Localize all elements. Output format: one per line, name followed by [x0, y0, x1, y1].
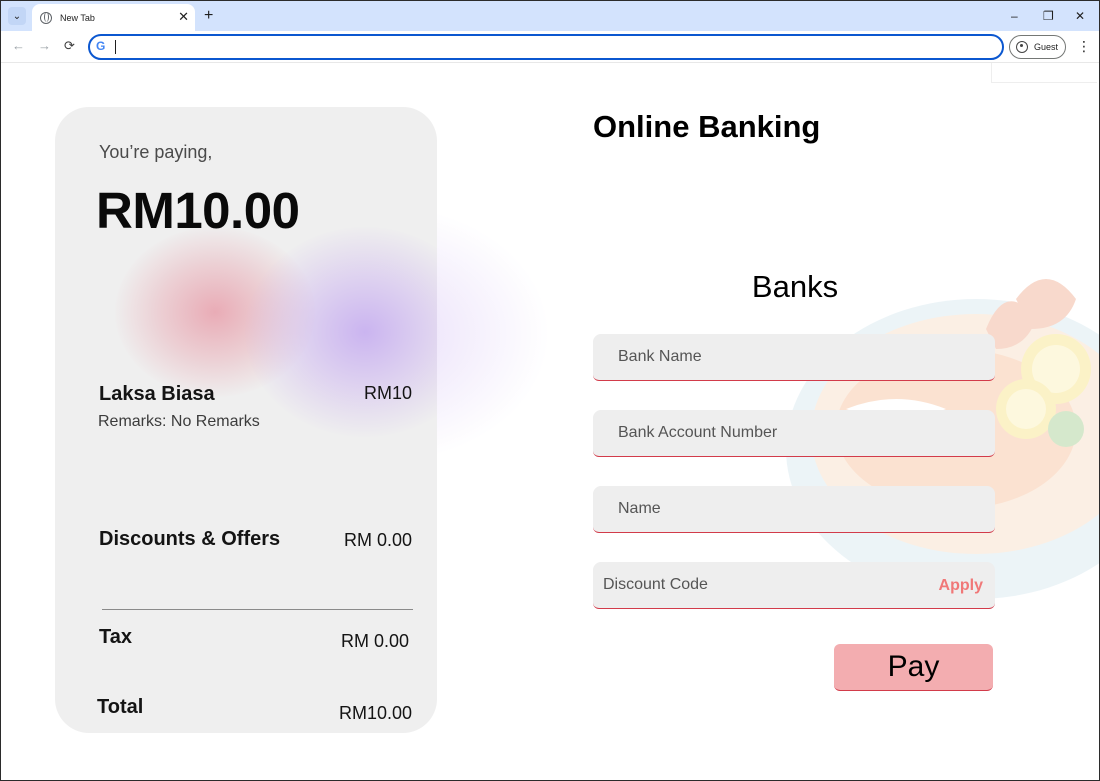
tax-value: RM 0.00 [340, 631, 409, 651]
item-remarks: Remarks: No Remarks [98, 413, 260, 430]
bank-account-number-input[interactable] [593, 410, 995, 456]
bank-name-input[interactable] [593, 334, 995, 380]
summary-divider [102, 609, 413, 610]
profile-label: Guest [1034, 42, 1059, 52]
restore-icon[interactable]: ❐ [1043, 7, 1054, 25]
discounts-value: RM 0.00 [343, 530, 412, 550]
total-label: Total [97, 696, 144, 718]
total-value: RM10.00 [338, 703, 412, 723]
tab-new-tab[interactable]: New Tab ✕ [32, 4, 195, 31]
google-icon: G [96, 39, 106, 53]
reload-icon[interactable]: ⟳ [64, 38, 75, 54]
more-options-icon[interactable]: ⋮ [1077, 38, 1091, 54]
item-name: Laksa Biasa [99, 383, 215, 405]
payment-summary-card: You’re paying, RM10.00 Laksa Biasa RM10 … [55, 107, 437, 733]
pay-button[interactable]: Pay [834, 644, 993, 691]
name-input[interactable] [593, 486, 995, 532]
name-field[interactable] [593, 486, 995, 533]
browser-toolbar: ← → ⟳ G Guest ⋮ [1, 31, 1099, 63]
browser-window: ⌄ New Tab ✕ + – ❐ ✕ ← → ⟳ G Guest ⋮ You’… [0, 0, 1100, 781]
item-price: RM10 [363, 383, 412, 403]
bank-account-number-field[interactable] [593, 410, 995, 457]
forward-arrow-icon[interactable]: → [38, 38, 51, 54]
address-bar[interactable]: G [88, 34, 1004, 60]
banks-heading: Banks [751, 269, 839, 304]
page-title: Online Banking [593, 109, 821, 144]
tab-search-chevron-down-icon[interactable]: ⌄ [8, 7, 26, 25]
tab-strip: ⌄ New Tab ✕ + – ❐ ✕ [1, 1, 1099, 31]
globe-icon [40, 11, 52, 24]
person-icon [1016, 41, 1028, 53]
text-caret [115, 40, 116, 54]
minimize-icon[interactable]: – [1011, 7, 1018, 25]
payment-amount: RM10.00 [96, 182, 300, 239]
apply-button[interactable]: Apply [939, 577, 983, 595]
close-icon[interactable]: ✕ [178, 9, 189, 25]
discount-code-field[interactable]: Apply [593, 562, 995, 609]
discount-code-input[interactable] [593, 562, 995, 608]
window-close-icon[interactable]: ✕ [1075, 7, 1085, 25]
paying-label: You’re paying, [99, 142, 213, 162]
discounts-label: Discounts & Offers [99, 528, 281, 550]
bank-name-field[interactable] [593, 334, 995, 381]
tax-label: Tax [99, 626, 132, 648]
back-arrow-icon[interactable]: ← [12, 38, 25, 54]
profile-button[interactable]: Guest [1009, 35, 1066, 59]
page-content: You’re paying, RM10.00 Laksa Biasa RM10 … [1, 64, 1099, 780]
new-tab-button[interactable]: + [204, 7, 213, 25]
tab-title: New Tab [60, 12, 95, 23]
